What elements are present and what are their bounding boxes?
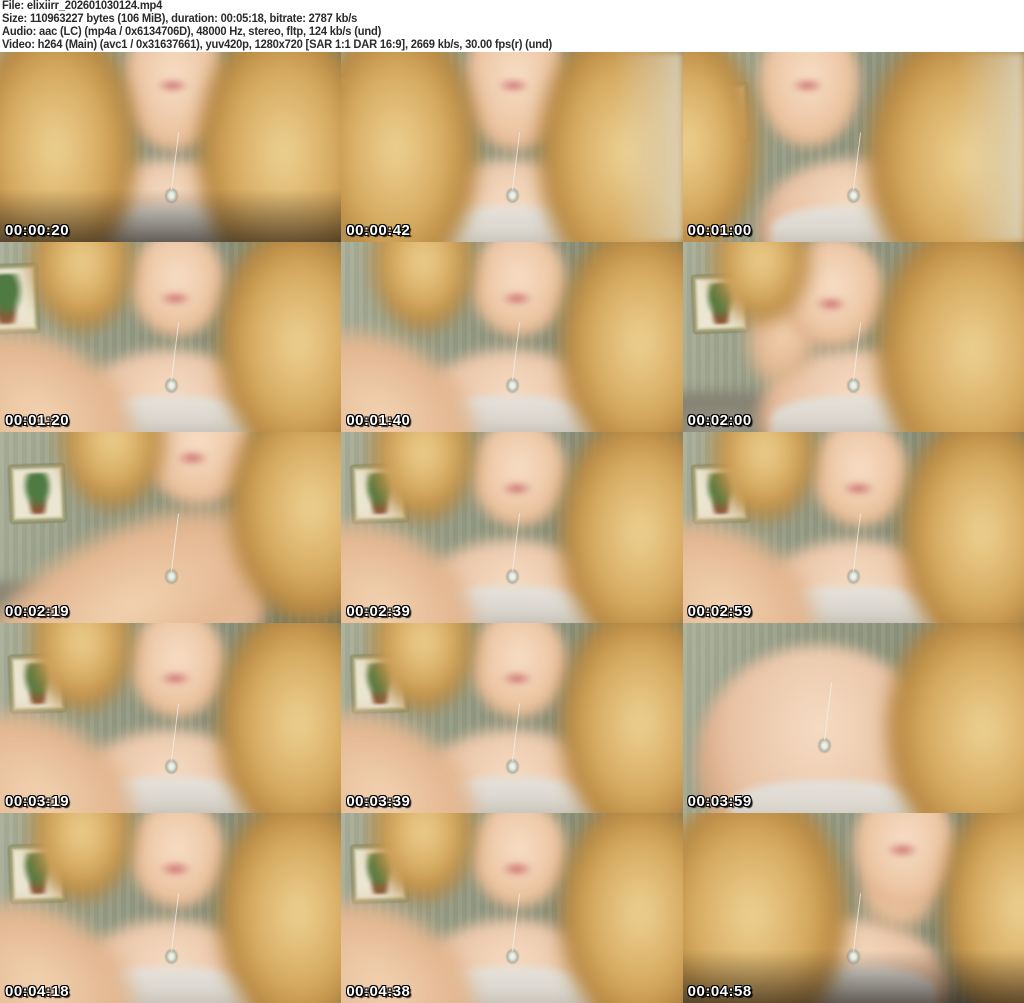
lips-silhouette [160, 862, 192, 876]
lips-silhouette [177, 451, 209, 465]
video-thumbnail: 00:02:19 [0, 432, 342, 623]
timestamp-overlay: 00:03:39 [346, 792, 411, 810]
timestamp-overlay: 00:00:20 [5, 222, 70, 240]
lips-silhouette [498, 78, 530, 92]
file-size-line: Size: 110963227 bytes (106 MiB), duratio… [2, 13, 358, 25]
necklace-pendant [848, 569, 860, 583]
timestamp-overlay: 00:02:59 [687, 602, 752, 620]
plant-print [19, 472, 56, 515]
necklace-pendant [165, 950, 177, 964]
picture-frame [9, 463, 66, 523]
video-thumbnail: 00:02:39 [341, 432, 683, 623]
file-name-line: File: elixiirr_202601030124.mp4 [2, 0, 163, 12]
doorway-light-overlay [614, 52, 683, 243]
thumbnail-grid: 00:00:20 00:00:42 00:01:00 00:01:20 00:0… [0, 52, 1024, 1003]
timestamp-overlay: 00:01:00 [687, 222, 752, 240]
video-thumbnail: 00:04:38 [341, 812, 683, 1003]
necklace-pendant [506, 950, 518, 964]
necklace-pendant [165, 189, 177, 203]
timestamp-overlay: 00:04:38 [346, 982, 411, 1000]
lips-silhouette [791, 78, 823, 92]
video-thumbnail: 00:02:00 [682, 242, 1024, 433]
timestamp-overlay: 00:03:19 [5, 792, 70, 810]
video-thumbnail: 00:01:40 [341, 242, 683, 433]
hair-right-silhouette [559, 812, 683, 1003]
timestamp-overlay: 00:01:40 [346, 412, 411, 430]
hair-right-silhouette [559, 242, 683, 433]
lips-silhouette [501, 862, 533, 876]
necklace-pendant [506, 189, 518, 203]
video-thumbnail: 00:04:18 [0, 812, 342, 1003]
timestamp-overlay: 00:04:18 [5, 982, 70, 1000]
video-thumbnail: 00:04:58 [682, 812, 1024, 1003]
hair-right-silhouette [887, 622, 1024, 813]
plant-print [0, 273, 28, 325]
hair-right-silhouette [218, 812, 342, 1003]
lips-silhouette [157, 78, 188, 92]
video-thumbnail: 00:00:20 [0, 52, 342, 243]
audio-info-line: Audio: aac (LC) (mp4a / 0x6134706D), 480… [2, 26, 382, 38]
timestamp-overlay: 00:02:39 [346, 602, 411, 620]
video-thumbnail: 00:03:59 [682, 622, 1024, 813]
lips-silhouette [160, 291, 192, 305]
necklace-pendant [165, 379, 177, 393]
lips-silhouette [843, 481, 874, 496]
video-thumbnail: 00:03:19 [0, 622, 342, 813]
video-thumbnail: 00:01:00 [682, 52, 1024, 243]
video-info-line: Video: h264 (Main) (avc1 / 0x31637661), … [2, 39, 553, 51]
hair-right-silhouette [218, 242, 342, 433]
video-contact-sheet: File: elixiirr_202601030124.mp4 Size: 11… [0, 0, 1024, 1003]
timestamp-overlay: 00:02:19 [5, 602, 70, 620]
necklace-pendant [506, 569, 518, 583]
lips-silhouette [815, 297, 847, 311]
hair-left-silhouette [341, 52, 478, 243]
necklace-pendant [165, 569, 177, 583]
timestamp-overlay: 00:03:59 [687, 792, 752, 810]
timestamp-overlay: 00:04:58 [687, 982, 752, 1000]
timestamp-overlay: 00:02:00 [687, 412, 752, 430]
video-thumbnail: 00:01:20 [0, 242, 342, 433]
timestamp-overlay: 00:01:20 [5, 412, 70, 430]
lips-silhouette [501, 291, 533, 305]
hair-right-silhouette [901, 432, 1024, 623]
hair-right-silhouette [559, 622, 683, 813]
necklace-pendant [506, 759, 518, 773]
video-thumbnail: 00:02:59 [682, 432, 1024, 623]
hair-right-silhouette [218, 622, 342, 813]
hair-right-silhouette [559, 432, 683, 623]
necklace-pendant [165, 759, 177, 773]
timestamp-overlay: 00:00:42 [346, 222, 411, 240]
doorway-light-overlay [955, 52, 1024, 243]
video-thumbnail: 00:00:42 [341, 52, 683, 243]
lips-silhouette [887, 843, 919, 857]
file-info-header: File: elixiirr_202601030124.mp4 Size: 11… [0, 0, 1024, 52]
video-thumbnail: 00:03:39 [341, 622, 683, 813]
hair-right-silhouette [877, 242, 1024, 433]
